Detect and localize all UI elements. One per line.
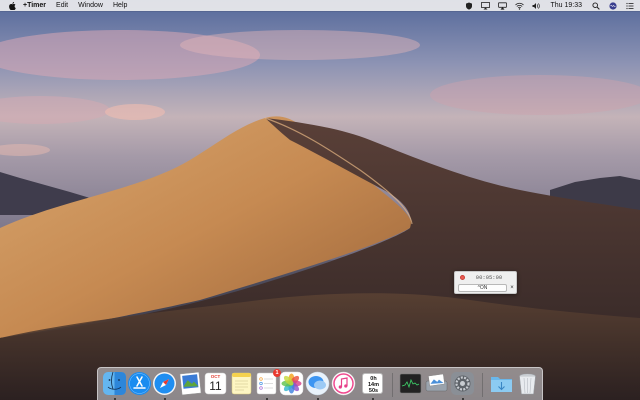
siri-icon[interactable] [607,0,618,11]
dock-reminders[interactable]: 1 [254,369,281,396]
record-indicator-icon[interactable] [460,275,465,280]
itunes-icon [331,371,356,396]
menu-bar: +Timer Edit Window Help Thu 19:33 [0,0,640,11]
menu-help[interactable]: Help [108,0,132,11]
apple-menu-icon[interactable] [7,0,18,11]
dock-photos[interactable] [279,371,304,396]
downloads-folder-icon [491,377,512,392]
app-menu[interactable]: +Timer [18,0,51,11]
timer-display: 00:05:00 [475,274,503,281]
dock-calendar[interactable]: OCT 11 [203,371,228,396]
dock-activity-monitor[interactable] [398,371,423,396]
dock-system-preferences[interactable] [450,371,475,396]
dock-timer[interactable]: 0h 14m 50s [360,371,385,396]
menu-edit[interactable]: Edit [51,0,73,11]
menu-clock[interactable]: Thu 19:33 [545,0,587,11]
menu-window[interactable]: Window [73,0,108,11]
dock-app-store[interactable] [127,371,152,396]
notes-icon [231,372,252,395]
calendar-day: 11 [209,379,222,393]
dock-notes[interactable] [229,371,254,396]
gear-icon [451,372,474,395]
search-icon[interactable] [590,0,601,11]
app-store-icon [128,372,151,395]
dock-separator [392,373,393,397]
trash-icon [519,373,536,395]
timer-widget[interactable]: 00:05:00 ^ON × [454,271,517,294]
shield-icon[interactable] [463,0,474,11]
airplay-icon[interactable] [497,0,508,11]
dock-finder[interactable] [102,371,127,396]
finder-icon [103,371,126,395]
preview-icon [179,371,202,396]
timer-close-button[interactable]: × [509,284,515,292]
activity-monitor-icon [399,373,422,394]
dock-preview[interactable] [178,371,203,396]
dock: OCT 11 1 0h 14m 50s [97,367,543,400]
timer-start-button[interactable]: ^ON [458,284,507,292]
image-capture-icon [425,373,448,392]
timer-seconds: 50s [368,388,379,394]
messages-icon [305,371,330,396]
dock-messages[interactable] [305,371,330,396]
wifi-display-icon[interactable] [480,0,491,11]
timer-dock-face: 0h 14m 50s [362,373,383,394]
dock-trash[interactable] [515,371,540,396]
wifi-icon[interactable] [514,0,525,11]
dock-downloads[interactable] [489,371,514,396]
safari-icon [153,372,176,395]
dock-separator-2 [482,373,483,397]
desktop [0,0,640,400]
dock-image-capture[interactable] [424,371,449,396]
volume-icon[interactable] [531,0,542,11]
dock-safari[interactable] [152,371,177,396]
dock-itunes[interactable] [331,371,356,396]
photos-icon [279,371,304,396]
wallpaper-dunes [0,0,640,400]
notification-center-icon[interactable] [624,0,635,11]
